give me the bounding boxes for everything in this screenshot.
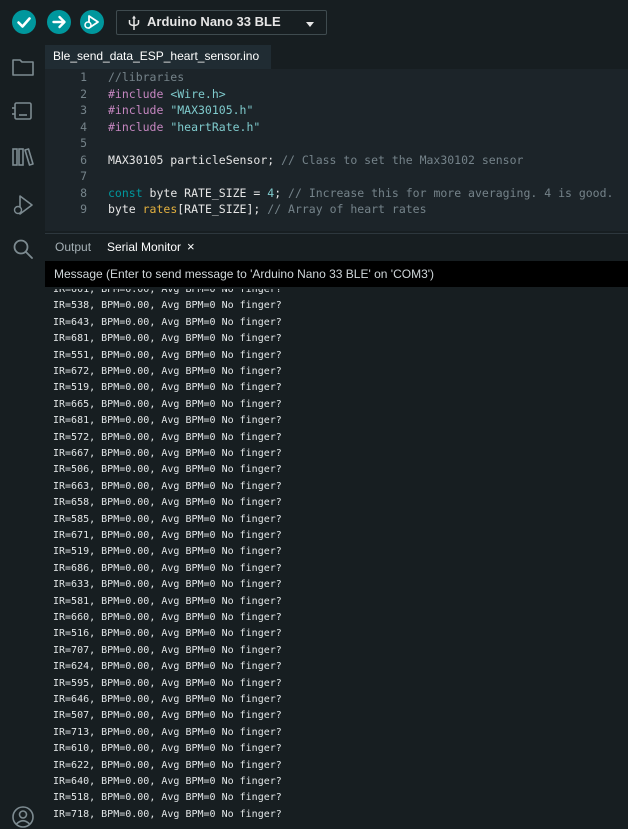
toolbar: Arduino Nano 33 BLE — [0, 0, 628, 45]
serial-line: IR=640, BPM=0.00, Avg BPM=0 No finger? — [53, 776, 282, 787]
usb-icon — [128, 15, 140, 30]
code-text: #include <Wire.h> — [108, 86, 226, 101]
serial-line: IR=538, BPM=0.00, Avg BPM=0 No finger? — [53, 300, 282, 312]
code-text: byte rates[RATE_SIZE]; // Array of heart… — [108, 202, 427, 216]
close-icon[interactable]: × — [187, 239, 195, 254]
account-icon[interactable] — [11, 805, 35, 829]
boards-manager-icon[interactable] — [11, 99, 35, 123]
board-selector[interactable]: Arduino Nano 33 BLE — [116, 10, 327, 35]
line-number: 7 — [80, 169, 87, 183]
serial-line: IR=601, BPM=0.00, Avg BPM=0 No finger? — [53, 289, 282, 295]
code-line: 1 //libraries — [45, 69, 628, 85]
serial-line: IR=519, BPM=0.00, Avg BPM=0 No finger? — [53, 382, 282, 394]
serial-line: IR=519, BPM=0.00, Avg BPM=0 No finger? — [53, 546, 282, 558]
line-number: 3 — [80, 103, 87, 117]
serial-line: IR=658, BPM=0.00, Avg BPM=0 No finger? — [53, 497, 282, 509]
tab-serial-monitor[interactable]: Serial Monitor — [107, 240, 181, 254]
tab-output[interactable]: Output — [55, 240, 91, 254]
serial-output: IR=601, BPM=0.00, Avg BPM=0 No finger? IR… — [45, 289, 628, 829]
serial-line: IR=707, BPM=0.00, Avg BPM=0 No finger? — [53, 644, 282, 656]
code-text: MAX30105 particleSensor; // Class to set… — [108, 152, 524, 167]
code-editor[interactable]: 1 //libraries 2 #include <Wire.h> 3 #include … — [45, 69, 628, 231]
serial-line: IR=516, BPM=0.00, Avg BPM=0 No finger? — [53, 628, 282, 640]
file-tab-label: Ble_send_data_ESP_heart_sensor.ino — [53, 49, 260, 63]
verify-icon — [17, 17, 31, 28]
code-text: const byte RATE_SIZE = 4; // Increase th… — [108, 185, 614, 200]
code-text: #include "MAX30105.h" — [108, 103, 254, 117]
serial-line: IR=507, BPM=0.00, Avg BPM=0 No finger? — [53, 710, 282, 722]
debug-button[interactable] — [80, 10, 104, 34]
code-line: 2 #include <Wire.h> — [45, 86, 628, 102]
code-text: //libraries — [108, 70, 185, 84]
code-line: 8 const byte RATE_SIZE = 4; // Increase t… — [45, 185, 628, 201]
serial-line: IR=624, BPM=0.00, Avg BPM=0 No finger? — [53, 661, 282, 673]
sketchbook-icon[interactable] — [11, 55, 35, 79]
code-line: 6 MAX30105 particleSensor; // Class to se… — [45, 152, 628, 168]
serial-line: IR=667, BPM=0.00, Avg BPM=0 No finger? — [53, 448, 282, 459]
serial-message-input[interactable] — [45, 261, 628, 287]
code-line: 4 #include "heartRate.h" — [45, 119, 628, 135]
file-tab[interactable]: Ble_send_data_ESP_heart_sensor.ino — [45, 45, 271, 69]
line-number: 4 — [80, 119, 87, 134]
serial-line: IR=518, BPM=0.00, Avg BPM=0 No finger? — [53, 792, 282, 804]
code-line: 3 #include "MAX30105.h" — [45, 102, 628, 118]
line-number: 9 — [80, 202, 87, 216]
serial-line: IR=672, BPM=0.00, Avg BPM=0 No finger? — [53, 366, 282, 377]
serial-line: IR=610, BPM=0.00, Avg BPM=0 No finger? — [53, 743, 282, 755]
serial-line: IR=671, BPM=0.00, Avg BPM=0 No finger? — [53, 530, 282, 541]
line-number: 2 — [80, 86, 87, 101]
serial-line: IR=572, BPM=0.00, Avg BPM=0 No finger? — [53, 431, 282, 443]
serial-line: IR=622, BPM=0.00, Avg BPM=0 No finger? — [53, 759, 282, 771]
debug-icon — [84, 15, 99, 29]
serial-line: IR=686, BPM=0.00, Avg BPM=0 No finger? — [53, 562, 282, 574]
board-label: Arduino Nano 33 BLE — [147, 14, 281, 29]
search-icon[interactable] — [11, 237, 35, 261]
upload-icon — [52, 15, 66, 29]
serial-line: IR=633, BPM=0.00, Avg BPM=0 No finger? — [53, 579, 282, 591]
serial-line: IR=718, BPM=0.00, Avg BPM=0 No finger? — [53, 808, 282, 820]
chevron-down-icon — [306, 22, 314, 27]
serial-line: IR=646, BPM=0.00, Avg BPM=0 No finger? — [53, 694, 282, 705]
verify-button[interactable] — [12, 10, 36, 34]
serial-line: IR=665, BPM=0.00, Avg BPM=0 No finger? — [53, 398, 282, 410]
line-number: 5 — [80, 136, 87, 150]
code-line: 9 byte rates[RATE_SIZE]; // Array of hear… — [45, 201, 628, 217]
serial-line: IR=506, BPM=0.00, Avg BPM=0 No finger? — [53, 464, 282, 476]
code-line: 7 — [45, 168, 628, 184]
serial-line: IR=581, BPM=0.00, Avg BPM=0 No finger? — [53, 595, 282, 607]
code-text: #include "heartRate.h" — [108, 119, 261, 134]
serial-line: IR=551, BPM=0.00, Avg BPM=0 No finger? — [53, 349, 282, 361]
panel-tabs: Output Serial Monitor × — [45, 233, 628, 261]
code-line: 5 — [45, 135, 628, 151]
upload-button[interactable] — [47, 10, 71, 34]
serial-line: IR=681, BPM=0.00, Avg BPM=0 No finger? — [53, 333, 282, 345]
serial-line: IR=585, BPM=0.00, Avg BPM=0 No finger? — [53, 513, 282, 525]
line-number: 8 — [80, 185, 87, 200]
debug-icon[interactable] — [11, 193, 35, 217]
serial-line: IR=681, BPM=0.00, Avg BPM=0 No finger? — [53, 415, 282, 427]
serial-line: IR=713, BPM=0.00, Avg BPM=0 No finger? — [53, 726, 282, 738]
library-manager-icon[interactable] — [11, 145, 35, 169]
line-number: 1 — [80, 70, 87, 84]
serial-line: IR=595, BPM=0.00, Avg BPM=0 No finger? — [53, 677, 282, 689]
serial-line: IR=663, BPM=0.00, Avg BPM=0 No finger? — [53, 480, 282, 492]
activity-bar — [0, 45, 45, 829]
serial-line: IR=643, BPM=0.00, Avg BPM=0 No finger? — [53, 316, 282, 328]
serial-line: IR=660, BPM=0.00, Avg BPM=0 No finger? — [53, 612, 282, 623]
line-number: 6 — [80, 152, 87, 167]
